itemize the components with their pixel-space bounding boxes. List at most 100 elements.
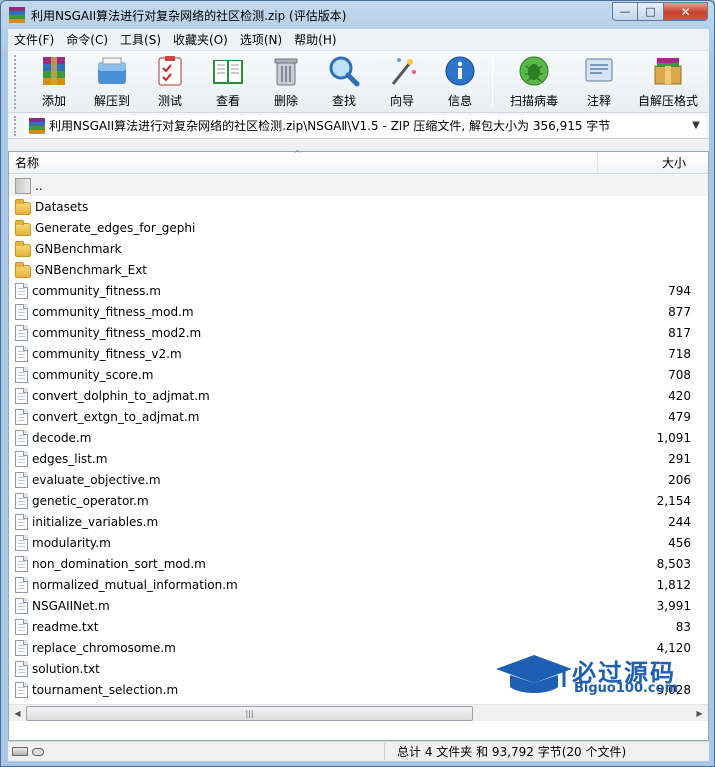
file-row[interactable]: solution.txt <box>9 658 708 679</box>
wizard-label: 向导 <box>389 94 414 108</box>
find-label: 查找 <box>331 94 356 108</box>
menu-favorites[interactable]: 收藏夹(O) <box>167 31 234 48</box>
delete-button[interactable]: 删除 <box>258 51 314 109</box>
status-summary: 总计 4 文件夹 和 93,792 字节(20 个文件) <box>384 743 626 760</box>
file-row[interactable]: non_domination_sort_mod.m 8,503 <box>9 553 708 574</box>
archive-icon <box>29 117 45 134</box>
address-field[interactable]: 利用NSGAII算法进行对复杂网络的社区检测.zip\NSGAⅡ\V1.5 - … <box>24 114 705 137</box>
folder-row[interactable]: GNBenchmark_Ext <box>9 259 708 280</box>
file-row[interactable]: community_fitness_mod.m 877 <box>9 301 708 322</box>
file-size: 3,991 <box>656 598 691 613</box>
sort-indicator-icon: ^ <box>294 149 301 158</box>
file-icon <box>15 639 28 656</box>
file-row[interactable]: genetic_operator.m 2,154 <box>9 490 708 511</box>
file-name: .. <box>35 178 43 193</box>
file-lines-icon <box>18 350 25 358</box>
test-button[interactable]: 测试 <box>142 51 198 109</box>
file-icon <box>15 681 28 698</box>
horizontal-scrollbar[interactable]: ◀ ||| ▶ <box>9 704 708 721</box>
file-row[interactable]: replace_chromosome.m 4,120 <box>9 637 708 658</box>
close-button[interactable]: ✕ <box>664 2 708 21</box>
file-size: 5,028 <box>656 682 691 697</box>
file-size: 291 <box>668 451 691 466</box>
file-row[interactable]: readme.txt 83 <box>9 616 708 637</box>
file-lines-icon <box>18 539 25 547</box>
scroll-thumb[interactable]: ||| <box>26 705 473 721</box>
file-name: Datasets <box>35 199 89 214</box>
wizard-button[interactable]: 向导 <box>374 51 430 109</box>
add-label: 添加 <box>41 94 66 108</box>
file-row[interactable]: modularity.m 456 <box>9 532 708 553</box>
file-row[interactable]: community_score.m 708 <box>9 364 708 385</box>
file-row[interactable]: tournament_selection.m 5,028 <box>9 679 708 700</box>
file-row[interactable]: NSGAIINet.m 3,991 <box>9 595 708 616</box>
minimize-button[interactable]: — <box>612 2 638 21</box>
folder-row[interactable]: Generate_edges_for_gephi <box>9 217 708 238</box>
menu-file[interactable]: 文件(F) <box>8 31 60 48</box>
file-rows: .. Datasets Generate_edges_for_gephi GNBenc… <box>9 175 708 705</box>
file-icon <box>15 282 28 299</box>
folder-row[interactable]: Datasets <box>9 196 708 217</box>
view-book-icon <box>210 53 246 89</box>
add-button[interactable]: 添加 <box>26 51 82 109</box>
file-size: 817 <box>668 325 691 340</box>
sfx-button[interactable]: 自解压格式 <box>629 51 707 109</box>
title-bar[interactable]: 利用NSGAII算法进行对复杂网络的社区检测.zip (评估版本) — □ ✕ <box>1 1 714 29</box>
virus-scan-button[interactable]: 扫描病毒 <box>499 51 569 109</box>
file-icon <box>15 597 28 614</box>
file-size: 244 <box>668 514 691 529</box>
scroll-track[interactable]: ||| <box>26 705 691 722</box>
column-header: ^ 名称 大小 <box>9 149 708 174</box>
file-name: decode.m <box>32 430 92 445</box>
toolbar-grip[interactable] <box>14 55 20 109</box>
menu-bar: 文件(F) 命令(C) 工具(S) 收藏夹(O) 选项(N) 帮助(H) <box>8 29 709 51</box>
address-dropdown-icon[interactable]: ▼ <box>688 120 704 131</box>
file-name: solution.txt <box>32 661 100 676</box>
scroll-right-icon[interactable]: ▶ <box>691 705 708 722</box>
file-row[interactable]: community_fitness_v2.m 718 <box>9 343 708 364</box>
file-row[interactable]: evaluate_objective.m 206 <box>9 469 708 490</box>
file-icon <box>15 408 28 425</box>
file-row[interactable]: convert_extgn_to_adjmat.m 479 <box>9 406 708 427</box>
menu-tools[interactable]: 工具(S) <box>114 31 167 48</box>
menu-commands[interactable]: 命令(C) <box>60 31 114 48</box>
file-row[interactable]: convert_dolphin_to_adjmat.m 420 <box>9 385 708 406</box>
menu-options[interactable]: 选项(N) <box>234 31 288 48</box>
comment-button[interactable]: 注释 <box>571 51 627 109</box>
info-button[interactable]: 信息 <box>432 51 488 109</box>
column-size-header[interactable]: 大小 <box>598 152 692 173</box>
find-button[interactable]: 查找 <box>316 51 372 109</box>
file-row[interactable]: normalized_mutual_information.m 1,812 <box>9 574 708 595</box>
folder-icon <box>15 219 31 236</box>
file-name: community_fitness_mod.m <box>32 304 194 319</box>
file-lines-icon <box>18 371 25 379</box>
file-row[interactable]: community_fitness.m 794 <box>9 280 708 301</box>
menu-help[interactable]: 帮助(H) <box>288 31 342 48</box>
file-size: 420 <box>668 388 691 403</box>
key-icon[interactable] <box>32 747 44 756</box>
file-row[interactable]: decode.m 1,091 <box>9 427 708 448</box>
file-name: genetic_operator.m <box>32 493 149 508</box>
file-row[interactable]: edges_list.m 291 <box>9 448 708 469</box>
folder-icon <box>15 198 31 215</box>
file-icon <box>15 450 28 467</box>
file-row[interactable]: community_fitness_mod2.m 817 <box>9 322 708 343</box>
file-size: 708 <box>668 367 691 382</box>
view-button[interactable]: 查看 <box>200 51 256 109</box>
maximize-button[interactable]: □ <box>638 2 664 21</box>
extract-to-button[interactable]: 解压到 <box>84 51 140 109</box>
file-row[interactable]: initialize_variables.m 244 <box>9 511 708 532</box>
file-size: 877 <box>668 304 691 319</box>
status-bar: 总计 4 文件夹 和 93,792 字节(20 个文件) <box>8 741 709 761</box>
parent-dir-row[interactable]: .. <box>9 175 708 196</box>
drive-icon[interactable] <box>12 747 28 756</box>
address-grip[interactable] <box>14 115 20 136</box>
sfx-box-icon <box>650 53 686 89</box>
folder-row[interactable]: GNBenchmark <box>9 238 708 259</box>
winrar-app-icon <box>9 7 25 23</box>
file-size: 8,503 <box>656 556 691 571</box>
app-window: 利用NSGAII算法进行对复杂网络的社区检测.zip (评估版本) — □ ✕ … <box>0 0 715 767</box>
column-name-header[interactable]: ^ 名称 <box>9 149 598 173</box>
scroll-left-icon[interactable]: ◀ <box>9 705 26 722</box>
find-magnifier-icon <box>326 53 362 89</box>
